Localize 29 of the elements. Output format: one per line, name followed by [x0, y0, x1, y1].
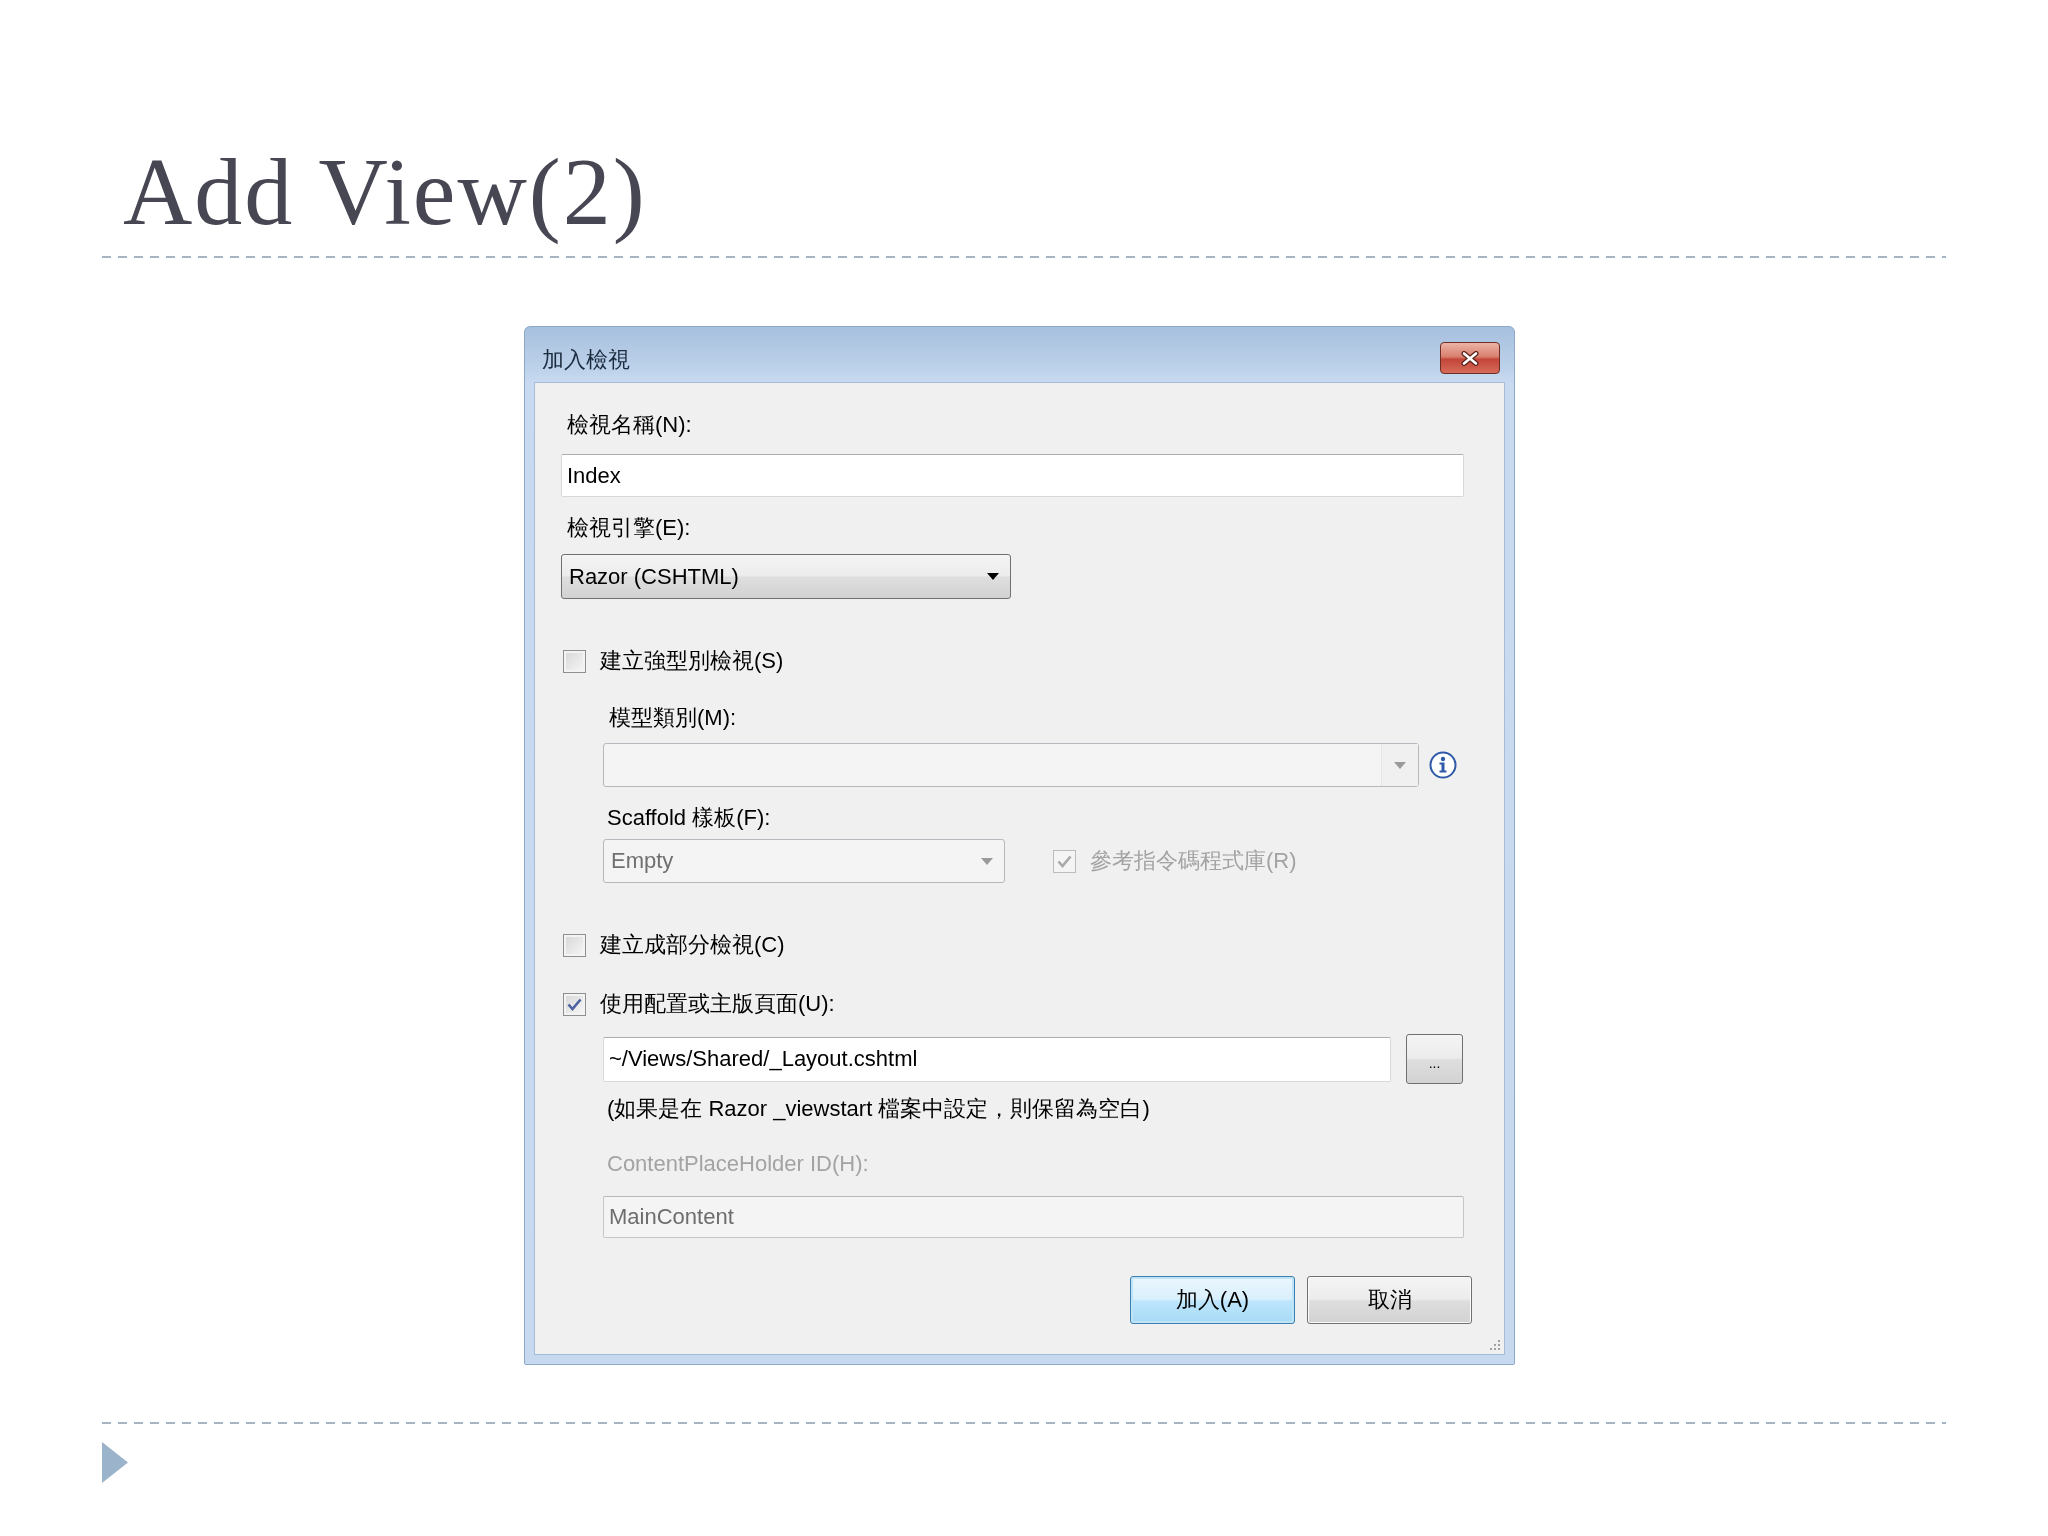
dropdown[interactable]: Razor (CSHTML): [561, 554, 1011, 599]
dialog-button[interactable]: 取消: [1307, 1276, 1472, 1324]
checkbox[interactable]: [563, 992, 586, 1016]
caret-icon: [987, 573, 999, 580]
field-label: 檢視引擎(E):: [567, 514, 691, 542]
field-label: 檢視名稱(N):: [567, 411, 692, 439]
checkmark-icon: [1057, 854, 1072, 868]
info-icon[interactable]: [1429, 751, 1457, 779]
caret-icon: [981, 857, 993, 865]
field-label: Scaffold 樣板(F):: [607, 804, 771, 832]
resize-grip-icon[interactable]: [1489, 1339, 1501, 1351]
close-icon: [1461, 350, 1479, 366]
text-field[interactable]: Index: [561, 454, 1464, 497]
checkbox[interactable]: [563, 933, 586, 957]
checkbox[interactable]: [563, 649, 586, 673]
browse-button[interactable]: ...: [1406, 1034, 1463, 1084]
dialog-button[interactable]: 加入(A): [1130, 1276, 1295, 1324]
caret-icon: [1394, 761, 1406, 769]
close-button[interactable]: [1440, 342, 1500, 374]
field-label: ContentPlaceHolder ID(H):: [607, 1150, 869, 1178]
text-field[interactable]: ~/Views/Shared/_Layout.cshtml: [603, 1036, 1391, 1082]
triangle-icon: [102, 1442, 128, 1483]
checkbox-label[interactable]: 建立成部分檢視(C): [600, 930, 785, 960]
dialog-title: 加入檢視: [542, 346, 630, 374]
hint-text: (如果是在 Razor _viewstart 檔案中設定，則保留為空白): [607, 1095, 1150, 1123]
checkbox-label[interactable]: 使用配置或主版頁面(U):: [600, 989, 835, 1019]
field-label: 模型類別(M):: [609, 704, 737, 732]
checkbox-label[interactable]: 建立強型別檢視(S): [600, 646, 784, 676]
checkmark-icon: [567, 997, 582, 1011]
